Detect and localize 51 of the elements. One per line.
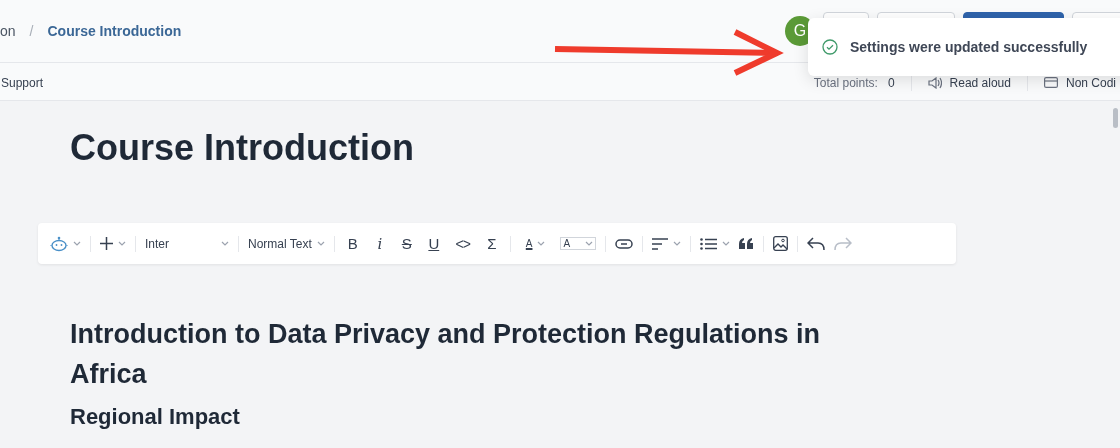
robot-button[interactable] [50, 235, 81, 252]
plus-button[interactable] [100, 237, 126, 250]
card-icon [1043, 77, 1058, 88]
format-button[interactable]: i [370, 234, 389, 253]
link-icon [615, 238, 634, 249]
dropdown[interactable]: Normal Text [248, 236, 325, 251]
breadcrumb-current[interactable]: Course Introduction [47, 23, 182, 39]
format-button[interactable]: S [397, 235, 416, 252]
image-icon [773, 236, 789, 251]
caret-icon [221, 241, 229, 246]
format-button[interactable]: B [343, 235, 362, 252]
caret-icon [722, 241, 731, 246]
undo-icon [807, 236, 826, 251]
align-button[interactable] [652, 237, 682, 250]
caret-icon [585, 241, 594, 246]
total-points-value: 0 [887, 75, 895, 90]
subsection-heading: Regional Impact [70, 404, 241, 430]
plus-icon [100, 237, 113, 250]
format-button[interactable]: Σ [482, 235, 501, 252]
section-heading: Introduction to Data Privacy and Protection Regulations in Africa [70, 318, 822, 391]
caret-icon [118, 241, 126, 246]
breadcrumb-separator: / [29, 23, 34, 39]
text-color-button[interactable]: A [525, 238, 546, 249]
caret-icon [73, 241, 81, 246]
list-icon [700, 237, 718, 250]
redo-icon [834, 236, 853, 251]
format-button[interactable]: U [424, 235, 443, 252]
scrollbar-thumb[interactable] [1113, 108, 1118, 128]
quote-button[interactable] [739, 238, 755, 249]
mode-label[interactable]: Non Codi [1065, 75, 1116, 90]
dropdown[interactable]: Inter [145, 236, 229, 251]
align-icon [652, 237, 669, 250]
undo-button[interactable] [807, 236, 826, 251]
breadcrumb-item[interactable]: on [0, 23, 16, 39]
list-button[interactable] [700, 237, 731, 250]
total-points-label: Total points: [813, 75, 878, 90]
page-title: Course Introduction [70, 128, 415, 168]
caret-icon [316, 241, 325, 246]
robot-icon [50, 235, 68, 252]
check-circle-icon [822, 39, 838, 55]
caret-icon [537, 241, 546, 246]
toast-message: Settings were updated successfully [850, 39, 1088, 55]
speaker-icon [927, 76, 942, 89]
support-label[interactable]: Support [1, 75, 44, 90]
highlight-button[interactable]: A [560, 237, 597, 250]
image-button[interactable] [773, 236, 789, 251]
caret-icon [673, 241, 682, 246]
link-button[interactable] [615, 238, 634, 249]
quote-icon [739, 238, 755, 249]
format-button[interactable]: <> [451, 235, 474, 252]
read-aloud-button[interactable]: Read aloud [949, 75, 1011, 90]
